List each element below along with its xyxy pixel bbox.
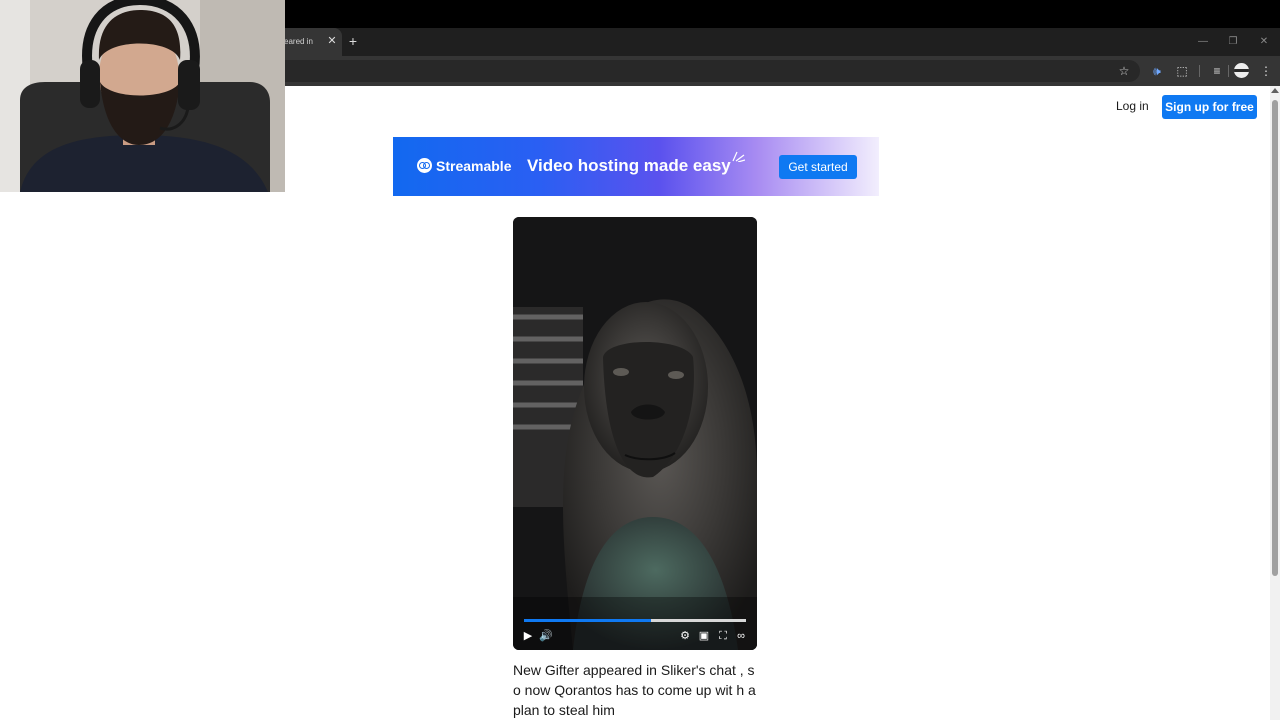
restore-icon[interactable]: ❐ [1226,36,1240,48]
sparkle-icon [732,151,745,162]
new-tab-icon[interactable]: + [346,34,360,48]
streamable-logo-icon [417,158,432,173]
fullscreen-icon[interactable]: ⛶ [716,629,730,643]
minimize-icon[interactable]: — [1196,36,1210,48]
video-progress-bar[interactable] [524,619,746,622]
scroll-up-arrow-icon[interactable] [1271,88,1279,93]
banner-tagline: Video hosting made easy [527,156,731,175]
video-frame [513,217,757,650]
picture-in-picture-icon[interactable]: ▣ [697,629,711,643]
window-close-icon[interactable]: ✕ [1257,36,1271,48]
webcam-feed-image [0,0,285,192]
banner-brand: Streamable [436,158,512,174]
video-player[interactable]: ▶ 🔊 ⚙ ▣ ⛶ ∞ [513,217,757,650]
toolbar-divider [1199,65,1200,77]
video-progress-fill [524,619,651,622]
scrollbar-thumb[interactable] [1272,100,1278,576]
login-link[interactable]: Log in [1116,99,1149,115]
speaker-icon[interactable]: 🕪 [1149,63,1165,79]
signup-button[interactable]: Sign up for free [1162,95,1257,119]
toolbar-divider [1228,65,1229,77]
play-icon[interactable]: ▶ [521,629,535,643]
settings-icon[interactable]: ⚙ [678,629,692,643]
webcam-overlay [0,0,285,192]
promo-banner[interactable]: Streamable Video hosting made easy Get s… [393,137,879,196]
tab-close-icon[interactable]: ✕ [325,34,339,48]
page-scrollbar[interactable] [1270,86,1280,720]
streamable-brand-icon[interactable]: ∞ [734,629,748,643]
address-bar[interactable] [240,60,1140,82]
media-queue-icon[interactable]: ≡ [1209,63,1225,79]
tab-title: eared in [284,37,313,46]
menu-kebab-icon[interactable]: ⋮ [1258,63,1274,79]
extensions-icon[interactable]: ⬚ [1174,63,1190,79]
bookmark-star-icon[interactable]: ☆ [1116,63,1132,79]
video-caption: New Gifter appeared in Sliker's chat , s… [513,662,756,718]
profile-avatar[interactable] [1234,63,1249,78]
volume-icon[interactable]: 🔊 [539,629,553,643]
screen: eared in ✕ + — ❐ ✕ ☆ 🕪 ⬚ ≡ ⋮ Log in Sign… [0,0,1280,720]
get-started-button[interactable]: Get started [779,155,857,179]
